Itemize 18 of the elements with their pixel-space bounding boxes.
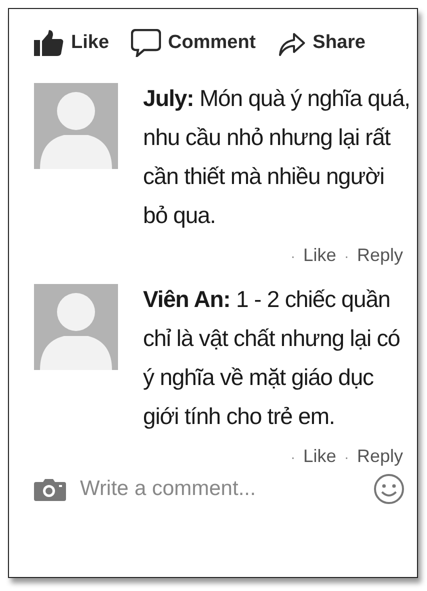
comment-text: Viên An: 1 - 2 chiếc quần chỉ là vật chất nhưng lại có ý nghĩa về mặt giáo dục giới tính cho trẻ em. <box>143 285 401 431</box>
speech-bubble-icon <box>131 29 162 57</box>
smiley-icon <box>373 473 405 505</box>
share-button[interactable]: Share <box>278 30 366 56</box>
like-button[interactable]: Like <box>34 30 110 56</box>
comment-text: July: Món quà ý nghĩa quá, nhu cầu nhỏ nhưng lại rất cần thiết mà nhiều người bỏ qua. <box>143 84 411 230</box>
like-link[interactable]: Like <box>303 245 336 266</box>
camera-icon <box>34 477 66 501</box>
comment-button[interactable]: Comment <box>131 29 256 57</box>
share-arrow-icon <box>278 30 306 56</box>
separator-dot: · <box>344 448 349 464</box>
like-link[interactable]: Like <box>303 446 336 467</box>
separator-dot: · <box>290 448 296 464</box>
reply-link[interactable]: Reply <box>356 446 403 467</box>
reply-link[interactable]: Reply <box>356 245 403 266</box>
separator-dot: · <box>344 248 349 264</box>
thumbs-up-icon <box>34 30 64 56</box>
separator-dot: · <box>290 248 296 264</box>
